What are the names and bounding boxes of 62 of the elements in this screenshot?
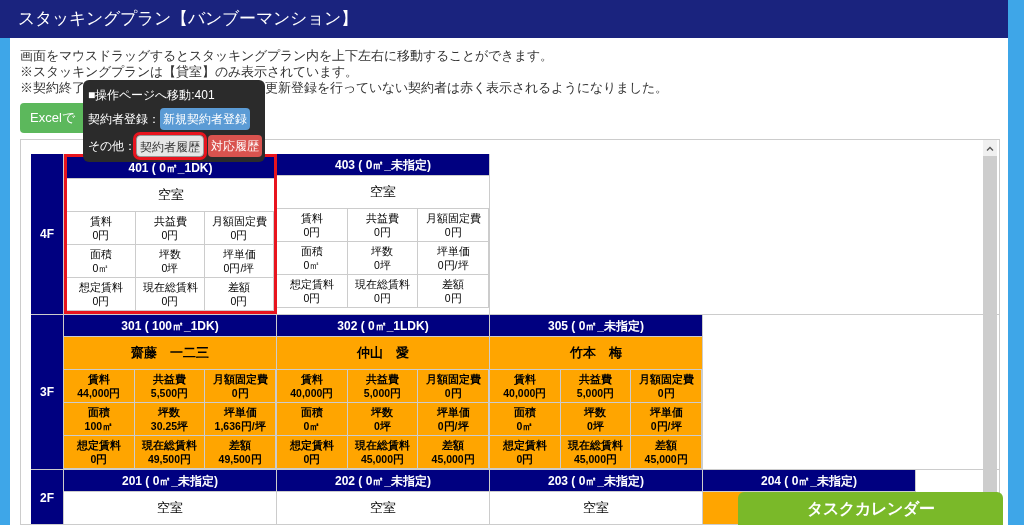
table-cell: 月額固定費 0円 <box>418 370 489 403</box>
table-cell: 面積 0㎡ <box>277 242 348 275</box>
table-cell: 面積 0㎡ <box>277 403 348 436</box>
unit-header: 203 ( 0㎡_未指定) <box>490 470 702 492</box>
table-cell: 坪数 0坪 <box>560 403 632 436</box>
table-cell: 坪単価 0円/坪 <box>205 245 274 278</box>
table-cell: 想定賃料 0円 <box>67 278 136 311</box>
table-cell: 共益費 5,000円 <box>560 370 632 403</box>
table-cell: 現在総賃料 0円 <box>347 275 419 308</box>
table-cell: 想定賃料 0円 <box>277 436 348 469</box>
floor-label: 2F <box>31 470 64 524</box>
table-cell: 差額 45,000円 <box>631 436 702 469</box>
table-cell: 現在総賃料 45,000円 <box>347 436 419 469</box>
table-cell: 共益費 0円 <box>136 212 205 245</box>
table-cell: 現在総賃料 49,500円 <box>134 436 206 469</box>
table-cell: 坪数 0坪 <box>347 242 419 275</box>
unit-header: 301 ( 100㎡_1DK) <box>64 315 276 337</box>
table-cell: 賃料 0円 <box>277 209 348 242</box>
unit-header: 302 ( 0㎡_1LDK) <box>277 315 489 337</box>
table-cell: 賃料 40,000円 <box>490 370 561 403</box>
floor-label: 4F <box>31 154 64 314</box>
table-cell: 差額 0円 <box>418 275 489 308</box>
table-cell: 面積 0㎡ <box>490 403 561 436</box>
page-header: スタッキングプラン【バンブーマンション】 <box>0 0 1008 38</box>
unit-header: 201 ( 0㎡_未指定) <box>64 470 276 492</box>
table-cell: 面積 0㎡ <box>67 245 136 278</box>
table-cell: 共益費 5,500円 <box>134 370 206 403</box>
popup-label: その他： <box>88 138 136 155</box>
unit-header: 403 ( 0㎡_未指定) <box>277 154 489 176</box>
table-cell: 共益費 0円 <box>347 209 419 242</box>
table-cell: 月額固定費 0円 <box>631 370 702 403</box>
table-cell: 差額 45,000円 <box>418 436 489 469</box>
note-text: ※契約終了 <box>20 80 85 96</box>
table-cell: 坪数 30.25坪 <box>134 403 206 436</box>
unit-header: 204 ( 0㎡_未指定) <box>703 470 915 492</box>
table-cell: 想定賃料 0円 <box>490 436 561 469</box>
table-cell: 差額 49,500円 <box>205 436 276 469</box>
table-cell: 月額固定費 0円 <box>205 370 276 403</box>
table-cell: 賃料 44,000円 <box>64 370 135 403</box>
table-cell: 現在総賃料 45,000円 <box>560 436 632 469</box>
floor-label: 3F <box>31 315 64 469</box>
table-cell: 坪単価 0円/坪 <box>418 242 489 275</box>
table-cell: 想定賃料 0円 <box>64 436 135 469</box>
table-cell: 月額固定費 0円 <box>418 209 489 242</box>
table-cell: 坪数 0坪 <box>347 403 419 436</box>
table-cell: 面積 100㎡ <box>64 403 135 436</box>
note-text: 画面をマウスドラッグするとスタッキングプラン内を上下左右に移動することができます。 <box>20 48 553 64</box>
note-text: 更新登録を行っていない契約者は赤く表示されるようになりました。 <box>265 80 668 96</box>
table-cell: 差額 0円 <box>205 278 274 311</box>
table-cell: 賃料 40,000円 <box>277 370 348 403</box>
table-cell: 想定賃料 0円 <box>277 275 348 308</box>
table-cell: 坪数 0坪 <box>136 245 205 278</box>
table-cell: 現在総賃料 0円 <box>136 278 205 311</box>
table-cell: 月額固定費 0円 <box>205 212 274 245</box>
unit-header: 202 ( 0㎡_未指定) <box>277 470 489 492</box>
unit-header: 305 ( 0㎡_未指定) <box>490 315 702 337</box>
table-cell: 共益費 5,000円 <box>347 370 419 403</box>
table-cell: 坪単価 0円/坪 <box>631 403 702 436</box>
note-text: ※スタッキングプランは【貸室】のみ表示されています。 <box>20 64 358 80</box>
table-cell: 賃料 0円 <box>67 212 136 245</box>
table-cell: 坪単価 1,636円/坪 <box>205 403 276 436</box>
table-cell: 坪単価 0円/坪 <box>418 403 489 436</box>
